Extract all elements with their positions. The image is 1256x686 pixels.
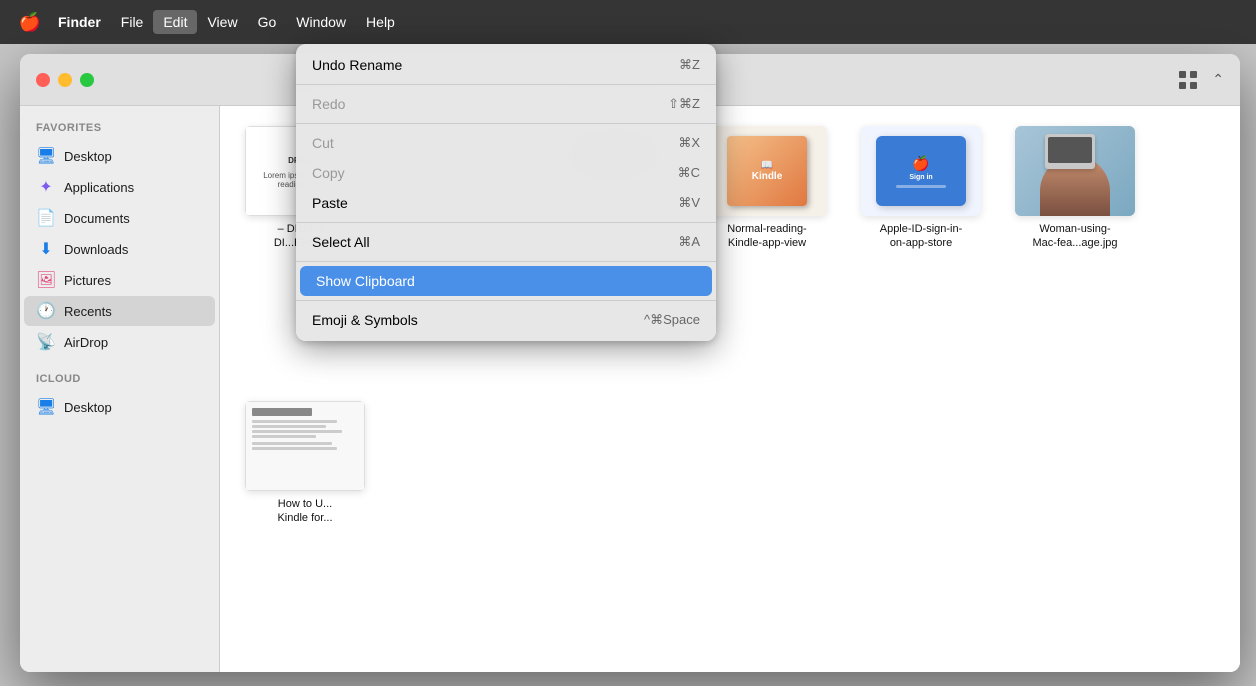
menubar-edit[interactable]: Edit <box>153 10 197 34</box>
menubar-finder[interactable]: Finder <box>48 10 111 34</box>
list-item[interactable]: 🍎 Sign in Apple-ID-sign-in-on-app-store <box>856 126 986 377</box>
separator <box>296 300 716 301</box>
title-bar-controls: ⌃ <box>1172 64 1224 96</box>
separator <box>296 123 716 124</box>
file-thumbnail <box>245 401 365 491</box>
traffic-lights <box>36 73 94 87</box>
sidebar-item-airdrop[interactable]: 📡 AirDrop <box>24 327 215 357</box>
emoji-symbols-shortcut: ^⌘Space <box>644 312 700 328</box>
apple-icon: 🍎 <box>19 12 41 33</box>
redo-label: Redo <box>312 96 345 112</box>
separator <box>296 261 716 262</box>
file-thumbnail: 🍎 Sign in <box>861 126 981 216</box>
sidebar-item-icloud-desktop-label: Desktop <box>64 400 112 415</box>
undo-rename-label: Undo Rename <box>312 57 402 73</box>
menu-item-undo-rename[interactable]: Undo Rename ⌘Z <box>296 50 716 80</box>
list-item[interactable]: Woman-using-Mac-fea...age.jpg <box>1010 126 1140 377</box>
icloud-desktop-icon: 🖥 <box>36 397 56 417</box>
show-clipboard-label: Show Clipboard <box>316 273 415 289</box>
menu-item-redo[interactable]: Redo ⇧⌘Z <box>296 89 716 119</box>
airdrop-icon: 📡 <box>36 332 56 352</box>
menubar: 🍎 Finder File Edit View Go Window Help <box>0 0 1256 44</box>
list-item[interactable]: 📖Kindle Normal-reading-Kindle-app-view <box>702 126 832 377</box>
paste-label: Paste <box>312 195 348 211</box>
desktop-icon: 🖥 <box>36 146 56 166</box>
menubar-go[interactable]: Go <box>248 10 287 34</box>
grid-view-icon[interactable] <box>1172 64 1204 96</box>
recents-icon: 🕐 <box>36 301 56 321</box>
sidebar: Favorites 🖥 Desktop ✦ Applications 📄 Doc… <box>20 106 220 672</box>
menu-item-show-clipboard[interactable]: Show Clipboard <box>300 266 712 296</box>
sidebar-item-pictures-label: Pictures <box>64 273 111 288</box>
icloud-section-label: iCloud <box>20 369 219 391</box>
favorites-section-label: Favorites <box>20 118 219 140</box>
copy-shortcut: ⌘C <box>678 165 700 181</box>
sidebar-item-recents-label: Recents <box>64 304 112 319</box>
paste-shortcut: ⌘V <box>678 195 700 211</box>
file-label: Woman-using-Mac-fea...age.jpg <box>1033 222 1118 251</box>
menu-item-copy[interactable]: Copy ⌘C <box>296 158 716 188</box>
apple-menu[interactable]: 🍎 <box>12 12 48 33</box>
cut-shortcut: ⌘X <box>678 135 700 151</box>
select-all-label: Select All <box>312 234 370 250</box>
list-item[interactable]: How to U...Kindle for... <box>240 401 370 652</box>
sidebar-item-applications[interactable]: ✦ Applications <box>24 172 215 202</box>
select-all-shortcut: ⌘A <box>678 234 700 250</box>
file-thumbnail: 📖Kindle <box>707 126 827 216</box>
applications-icon: ✦ <box>36 177 56 197</box>
edit-dropdown-menu: Undo Rename ⌘Z Redo ⇧⌘Z Cut ⌘X Copy ⌘C P… <box>296 44 716 341</box>
separator <box>296 222 716 223</box>
file-label: Normal-reading-Kindle-app-view <box>727 222 806 251</box>
menubar-window[interactable]: Window <box>286 10 356 34</box>
sidebar-item-airdrop-label: AirDrop <box>64 335 108 350</box>
menu-item-cut[interactable]: Cut ⌘X <box>296 128 716 158</box>
menubar-view[interactable]: View <box>197 10 247 34</box>
emoji-symbols-label: Emoji & Symbols <box>312 312 418 328</box>
menubar-help[interactable]: Help <box>356 10 405 34</box>
menu-item-select-all[interactable]: Select All ⌘A <box>296 227 716 257</box>
copy-label: Copy <box>312 165 345 181</box>
sort-chevron-icon[interactable]: ⌃ <box>1212 71 1224 88</box>
redo-shortcut: ⇧⌘Z <box>668 96 700 112</box>
downloads-icon: ⬇ <box>36 239 56 259</box>
maximize-button[interactable] <box>80 73 94 87</box>
file-label: Apple-ID-sign-in-on-app-store <box>880 222 963 251</box>
menu-item-paste[interactable]: Paste ⌘V <box>296 188 716 218</box>
documents-icon: 📄 <box>36 208 56 228</box>
minimize-button[interactable] <box>58 73 72 87</box>
undo-rename-shortcut: ⌘Z <box>679 57 700 73</box>
sidebar-item-icloud-desktop[interactable]: 🖥 Desktop <box>24 392 215 422</box>
file-thumbnail <box>1015 126 1135 216</box>
close-button[interactable] <box>36 73 50 87</box>
sidebar-item-recents[interactable]: 🕐 Recents <box>24 296 215 326</box>
sidebar-item-documents[interactable]: 📄 Documents <box>24 203 215 233</box>
file-label: How to U...Kindle for... <box>277 497 332 526</box>
sidebar-item-desktop[interactable]: 🖥 Desktop <box>24 141 215 171</box>
sidebar-item-applications-label: Applications <box>64 180 134 195</box>
sidebar-item-downloads[interactable]: ⬇ Downloads <box>24 234 215 264</box>
sidebar-item-desktop-label: Desktop <box>64 149 112 164</box>
sidebar-item-documents-label: Documents <box>64 211 130 226</box>
pictures-icon: 🖼 <box>36 270 56 290</box>
sidebar-item-pictures[interactable]: 🖼 Pictures <box>24 265 215 295</box>
sidebar-item-downloads-label: Downloads <box>64 242 128 257</box>
cut-label: Cut <box>312 135 334 151</box>
menubar-file[interactable]: File <box>111 10 154 34</box>
separator <box>296 84 716 85</box>
menu-item-emoji-symbols[interactable]: Emoji & Symbols ^⌘Space <box>296 305 716 335</box>
